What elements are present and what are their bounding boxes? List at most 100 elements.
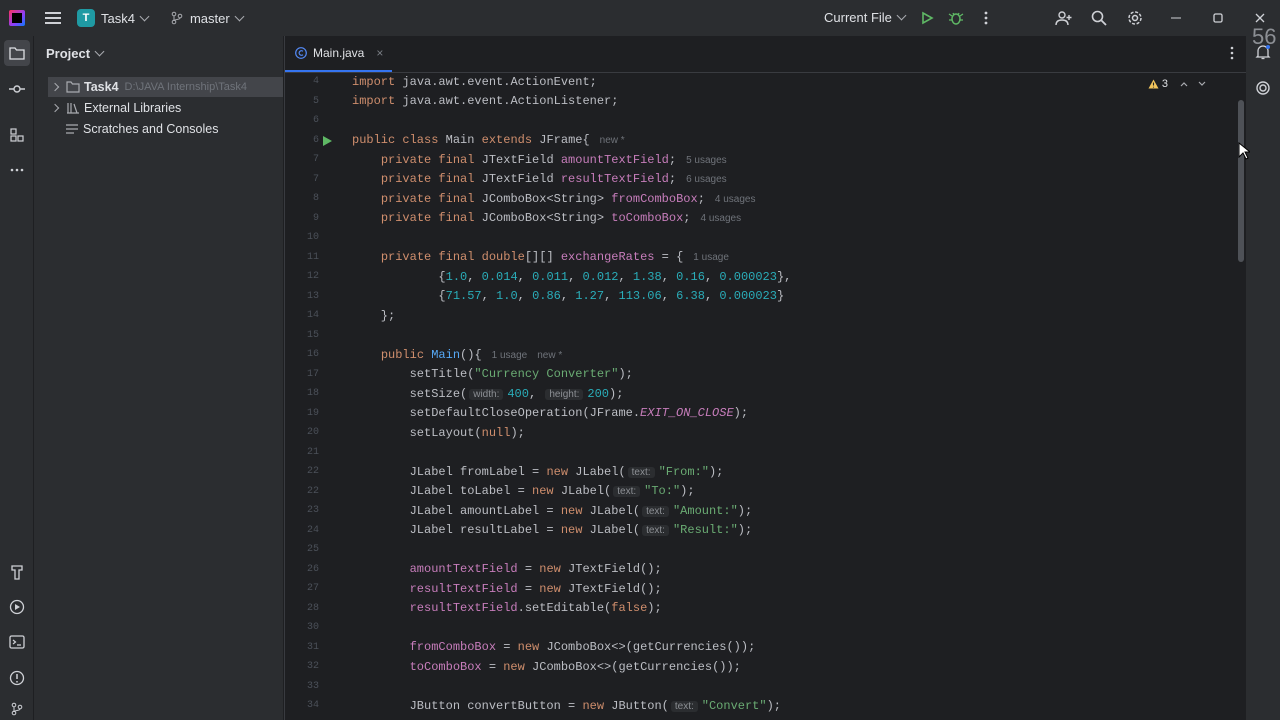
code-line: 12 {1.0, 0.014, 0.011, 0.012, 1.38, 0.16… xyxy=(285,267,1185,287)
line-number: 11 xyxy=(306,251,319,263)
commit-tool-icon[interactable] xyxy=(8,80,26,98)
project-panel: Project Task4 D:\JAVA Internship\Task4 E… xyxy=(34,36,283,720)
tab-main-java[interactable]: Main.java × xyxy=(285,36,392,72)
line-number: 10 xyxy=(306,232,319,244)
line-number: 26 xyxy=(306,563,319,575)
vertical-scrollbar[interactable] xyxy=(1238,100,1244,262)
param-hint: text: xyxy=(642,525,669,537)
line-number: 28 xyxy=(306,602,319,614)
line-number: 4 xyxy=(312,76,319,88)
code-line: 23 JLabel amountLabel = new JLabel(text:… xyxy=(285,501,1185,521)
code-line: 32 toComboBox = new JComboBox<>(getCurre… xyxy=(285,657,1185,677)
code-line: 7 private final JTextField amountTextFie… xyxy=(285,150,1185,170)
run-config-label: Current File xyxy=(824,10,892,25)
code-line: 22 JLabel toLabel = new JLabel(text: "To:… xyxy=(285,482,1185,502)
problems-icon[interactable] xyxy=(8,669,26,687)
structure-tool-icon[interactable] xyxy=(8,126,26,144)
terminal-icon[interactable] xyxy=(8,633,26,651)
settings-gear-icon[interactable] xyxy=(1126,9,1144,27)
code-line: 34 JButton convertButton = new JButton(t… xyxy=(285,696,1185,716)
line-number: 14 xyxy=(306,310,319,322)
line-number: 33 xyxy=(306,680,319,692)
expand-arrow-icon[interactable] xyxy=(50,103,60,113)
line-number: 6 xyxy=(312,115,319,127)
project-name: Task4 xyxy=(101,10,135,26)
usages-hint[interactable]: 4 usages xyxy=(715,194,756,205)
code-line: 26 amountTextField = new JTextField(); xyxy=(285,560,1185,580)
line-number: 27 xyxy=(306,583,319,595)
author-hint: new * xyxy=(599,135,625,147)
line-number: 19 xyxy=(306,407,319,419)
author-hint: new * xyxy=(537,349,563,361)
expand-arrow-icon[interactable] xyxy=(50,82,60,92)
project-switcher[interactable]: T Task4 xyxy=(61,9,150,27)
usages-hint[interactable]: 1 usage xyxy=(492,350,528,361)
code-line: 9 private final JComboBox<String> toComb… xyxy=(285,209,1185,229)
line-number: 13 xyxy=(306,290,319,302)
code-line: 33 xyxy=(285,677,1185,697)
usages-hint[interactable]: 1 usage xyxy=(693,252,729,263)
folder-icon xyxy=(66,81,80,93)
minimize-icon[interactable] xyxy=(1167,9,1185,27)
usages-hint[interactable]: 5 usages xyxy=(686,155,727,166)
code-line: 19 setDefaultCloseOperation(JFrame.EXIT_… xyxy=(285,404,1185,424)
tree-item-path: D:\JAVA Internship\Task4 xyxy=(124,81,247,93)
run-icon[interactable] xyxy=(918,9,936,27)
mouse-cursor-icon xyxy=(1238,142,1250,160)
line-number: 20 xyxy=(306,427,319,439)
run-gutter-icon[interactable] xyxy=(323,135,332,146)
search-icon[interactable] xyxy=(1090,9,1108,27)
line-number: 24 xyxy=(306,524,319,536)
add-user-icon[interactable] xyxy=(1055,9,1073,27)
overlay-counter: 56 xyxy=(1252,24,1277,49)
line-number: 8 xyxy=(312,193,319,205)
branch-switcher[interactable]: master xyxy=(148,11,245,26)
tree-item-label: External Libraries xyxy=(84,101,182,115)
close-tab-icon[interactable]: × xyxy=(376,46,383,60)
chevron-down-icon xyxy=(94,46,105,57)
right-toolbar xyxy=(1246,36,1280,720)
title-bar: T Task4 master Current File xyxy=(0,0,1280,36)
scratches-icon xyxy=(66,124,78,134)
line-number: 23 xyxy=(306,505,319,517)
debug-icon[interactable] xyxy=(947,9,965,27)
code-line: 7 private final JTextField resultTextFie… xyxy=(285,170,1185,190)
usages-hint[interactable]: 4 usages xyxy=(700,213,741,224)
chevron-down-icon xyxy=(234,11,245,21)
line-number: 6 xyxy=(312,134,319,146)
more-tools-icon[interactable] xyxy=(8,161,26,179)
run-config-selector[interactable]: Current File xyxy=(824,10,907,25)
code-editor[interactable]: 4 import java.awt.event.ActionEvent; 5 imp… xyxy=(285,72,1246,720)
project-tool-icon[interactable] xyxy=(4,40,30,66)
code-line: 4 import java.awt.event.ActionEvent; xyxy=(285,72,1185,92)
more-actions-icon[interactable] xyxy=(977,9,995,27)
build-hammer-icon[interactable] xyxy=(8,563,26,581)
line-number: 31 xyxy=(306,641,319,653)
git-icon[interactable] xyxy=(8,700,26,718)
param-hint: text: xyxy=(670,700,698,712)
tab-options-icon[interactable] xyxy=(1230,46,1234,63)
git-branch-icon xyxy=(171,11,183,25)
tree-item-external-libraries[interactable]: External Libraries xyxy=(48,98,181,118)
line-number: 32 xyxy=(306,661,319,673)
tree-item-scratches[interactable]: Scratches and Consoles xyxy=(65,119,219,139)
code-line: 11 private final double[][] exchangeRate… xyxy=(285,248,1185,268)
intellij-logo-icon[interactable] xyxy=(9,10,25,26)
tree-item-task4[interactable]: Task4 D:\JAVA Internship\Task4 xyxy=(48,77,283,97)
services-run-icon[interactable] xyxy=(8,598,26,616)
line-number: 22 xyxy=(306,466,319,478)
line-number: 21 xyxy=(306,446,319,458)
code-line: 31 fromComboBox = new JComboBox<>(getCur… xyxy=(285,638,1185,658)
restore-icon[interactable] xyxy=(1209,9,1227,27)
usages-hint[interactable]: 6 usages xyxy=(686,174,727,185)
line-number: 34 xyxy=(306,700,319,712)
param-hint: text: xyxy=(627,466,655,478)
chevron-down-icon xyxy=(896,10,907,21)
main-menu-icon[interactable] xyxy=(45,12,61,24)
line-number: 15 xyxy=(306,329,319,341)
ai-assistant-icon[interactable] xyxy=(1255,80,1271,99)
code-line: 20 setLayout(null); xyxy=(285,423,1185,443)
project-panel-header[interactable]: Project xyxy=(46,46,105,61)
java-class-icon xyxy=(295,47,307,59)
code-line: 24 JLabel resultLabel = new JLabel(text:… xyxy=(285,521,1185,541)
